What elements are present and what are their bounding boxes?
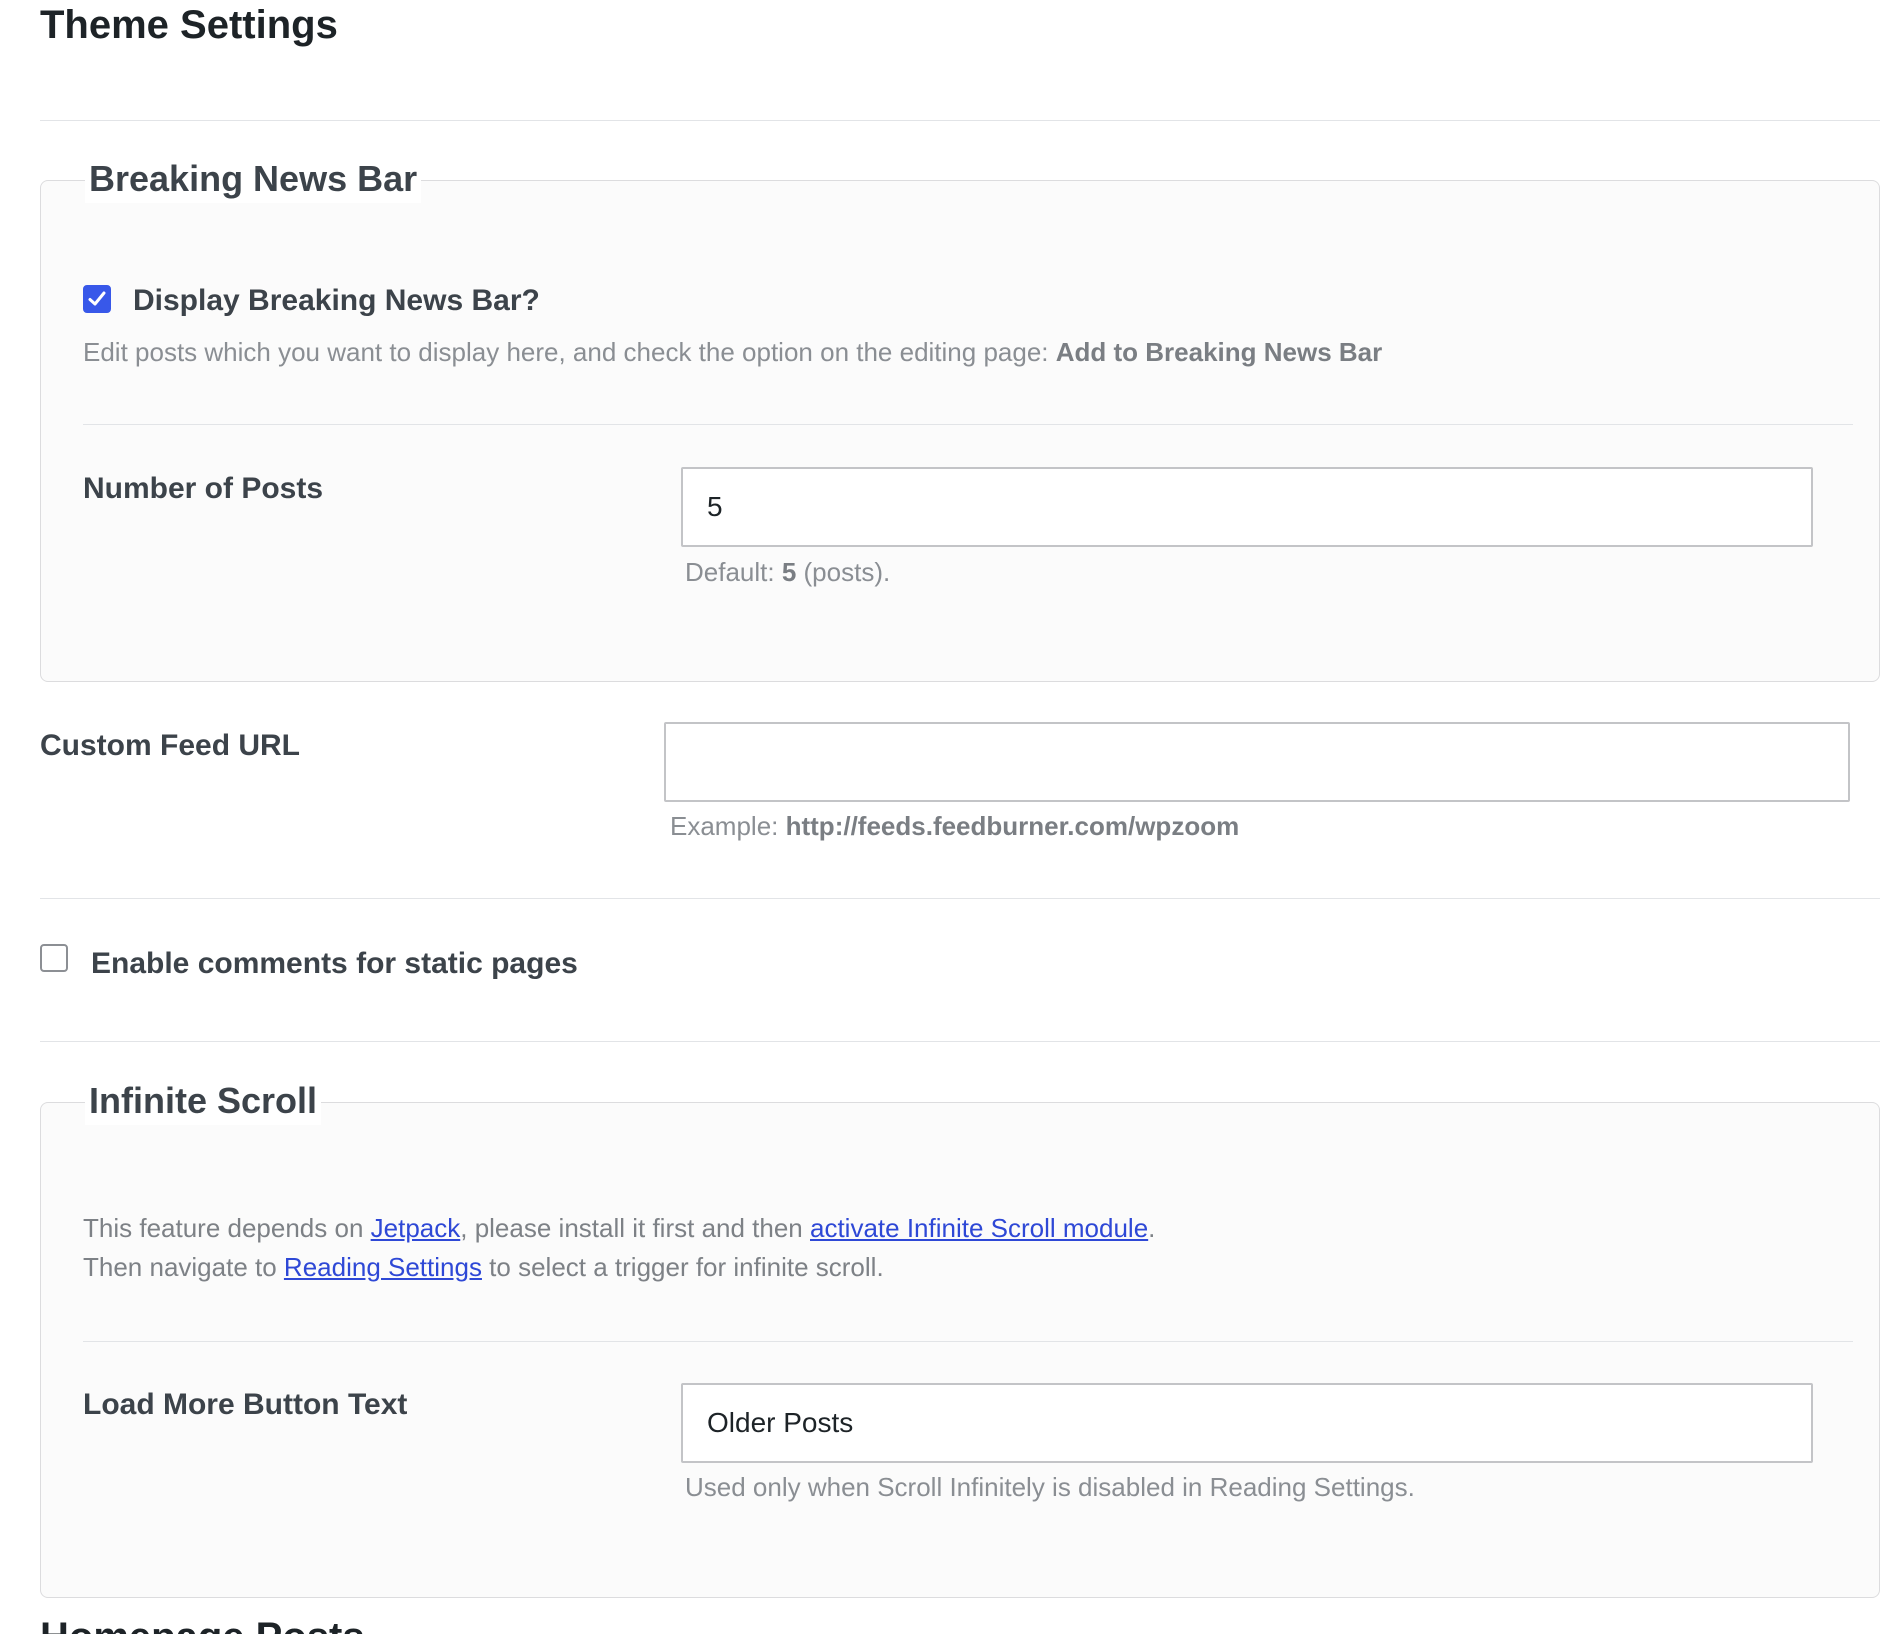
next-section-title: Homepage Posts bbox=[40, 1612, 400, 1634]
divider bbox=[40, 898, 1880, 899]
page-title: Theme Settings bbox=[40, 3, 338, 47]
display-breaking-news-label[interactable]: Display Breaking News Bar? bbox=[133, 283, 540, 319]
display-breaking-news-checkbox[interactable] bbox=[83, 285, 111, 313]
panel-divider bbox=[83, 424, 1853, 425]
load-more-button-text-label: Load More Button Text bbox=[83, 1388, 408, 1421]
infinite-scroll-panel: Infinite Scroll This feature depends on … bbox=[40, 1077, 1880, 1598]
breaking-news-legend: Breaking News Bar bbox=[85, 155, 422, 203]
display-breaking-news-description: Edit posts which you want to display her… bbox=[83, 337, 1383, 367]
divider bbox=[40, 120, 1880, 121]
checkmark-icon bbox=[88, 291, 106, 306]
load-more-button-text-description: Used only when Scroll Infinitely is disa… bbox=[685, 1472, 1415, 1502]
infinite-scroll-legend: Infinite Scroll bbox=[85, 1077, 322, 1125]
enable-comments-checkbox[interactable] bbox=[40, 944, 68, 972]
panel-divider bbox=[83, 1341, 1853, 1342]
infinite-scroll-reading-note: Then navigate to Reading Settings to sel… bbox=[83, 1252, 884, 1282]
number-of-posts-input[interactable] bbox=[681, 467, 1813, 547]
number-of-posts-label: Number of Posts bbox=[83, 472, 324, 505]
custom-feed-url-input[interactable] bbox=[664, 722, 1850, 802]
number-of-posts-description: Default: 5 (posts). bbox=[685, 557, 891, 587]
divider bbox=[40, 1041, 1880, 1042]
reading-settings-link[interactable]: Reading Settings bbox=[284, 1252, 482, 1282]
jetpack-link[interactable]: Jetpack bbox=[371, 1213, 461, 1243]
custom-feed-url-description: Example: http://feeds.feedburner.com/wpz… bbox=[670, 811, 1240, 841]
custom-feed-url-label: Custom Feed URL bbox=[40, 729, 301, 762]
activate-infinite-scroll-link[interactable]: activate Infinite Scroll module bbox=[810, 1213, 1148, 1243]
theme-settings-page: Theme Settings Breaking News Bar Display… bbox=[0, 0, 1904, 1634]
load-more-button-text-input[interactable] bbox=[681, 1383, 1813, 1463]
enable-comments-label[interactable]: Enable comments for static pages bbox=[91, 946, 578, 982]
infinite-scroll-dependency-note: This feature depends on Jetpack, please … bbox=[83, 1213, 1156, 1243]
breaking-news-panel: Breaking News Bar Display Breaking News … bbox=[40, 155, 1880, 682]
